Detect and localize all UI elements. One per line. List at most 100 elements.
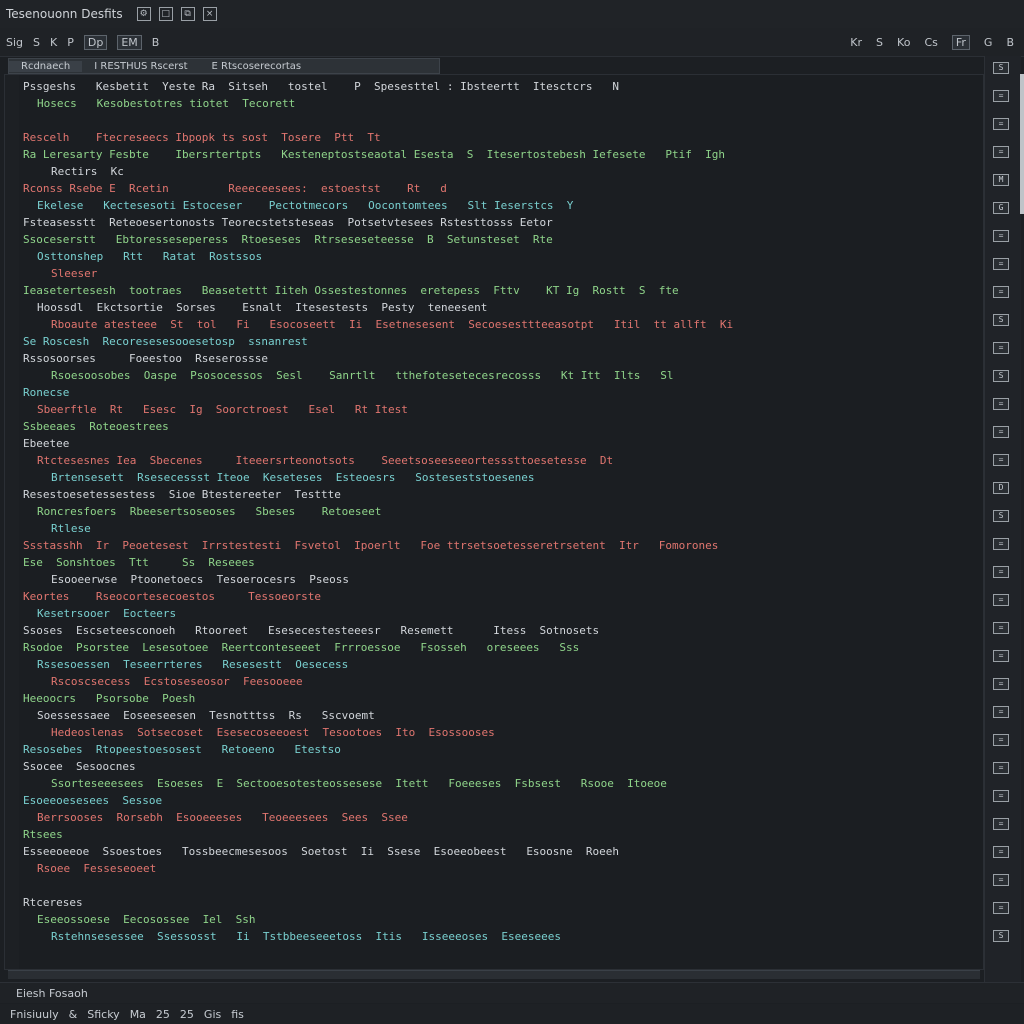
code-line: Rtcereses — [23, 896, 83, 909]
panel-icon[interactable]: = — [993, 678, 1009, 690]
panel-icon[interactable]: M — [993, 174, 1009, 186]
toolbar-button-5[interactable]: Dp — [83, 34, 108, 50]
code-line: Osttonshep Rtt Ratat Rostssos — [37, 250, 263, 263]
toolbar-button-4[interactable]: P — [67, 36, 74, 49]
panel-icon[interactable]: = — [993, 454, 1009, 466]
tab-1[interactable]: Rcdnaech — [9, 60, 83, 72]
panel-icon[interactable]: = — [993, 118, 1009, 130]
code-line: Rtlese — [51, 522, 91, 535]
panel-icon[interactable]: = — [993, 650, 1009, 662]
panel-icon[interactable]: D — [993, 482, 1009, 494]
bottom-item-8[interactable]: fis — [231, 1008, 244, 1021]
code-line: Esoeeoesesees Sessoe — [23, 794, 163, 807]
code-line: Eseeossoese Eecosossee Iel Ssh — [37, 913, 256, 926]
panel-icon[interactable]: = — [993, 398, 1009, 410]
panel-icon[interactable]: = — [993, 426, 1009, 438]
code-line: Esooeerwse Ptoonetoecs Tesoerocesrs Pseo… — [51, 573, 350, 586]
panel-icon[interactable]: = — [993, 538, 1009, 550]
panel-icon[interactable]: S — [993, 314, 1009, 326]
code-line: Ssstasshh Ir Peoetesest Irrstestesti Fsv… — [23, 539, 719, 552]
toolbar-right-6[interactable]: G — [984, 36, 993, 49]
code-line: Ra Leresarty Fesbte Ibersrtertpts Kesten… — [23, 148, 725, 161]
horizontal-scrollbar[interactable] — [8, 970, 980, 979]
code-editor[interactable]: Pssgeshs Kesbetit Yeste Ra Sitseh tostel… — [4, 74, 984, 970]
window-title: Tesenouonn Desfits — [6, 7, 123, 21]
main-toolbar: Sig S K P Dp EM B Kr S Ko Cs Fr G B — [0, 28, 1024, 57]
code-line: Rssosoorses Foeestoo Rseserossse — [23, 352, 269, 365]
tab-bar: Rcdnaech I RESTHUS Rscerst E Rtscosereco… — [8, 58, 440, 74]
panel-icon[interactable]: = — [993, 286, 1009, 298]
bottom-item-4[interactable]: Ma — [130, 1008, 146, 1021]
settings-icon[interactable]: ⚙ — [136, 7, 151, 21]
panel-icon[interactable]: G — [993, 202, 1009, 214]
bottom-item-6[interactable]: 25 — [180, 1008, 194, 1021]
vertical-scrollbar[interactable] — [1020, 74, 1024, 214]
code-line: Rboaute atesteee St tol Fi Esocoseett Ii… — [51, 318, 734, 331]
code-line: Ese Sonshtoes Ttt Ss Reseees — [23, 556, 255, 569]
toolbar-right-3[interactable]: Ko — [897, 36, 910, 49]
status-text: Eiesh Fosaoh — [16, 986, 88, 1000]
bottom-item-7[interactable]: Gis — [204, 1008, 221, 1021]
code-line: Rstehnsesessee Ssessosst Ii Tstbbeeseeet… — [51, 930, 561, 943]
panel-icon[interactable]: S — [993, 510, 1009, 522]
title-icons: ⚙ □ ⧉ × — [136, 7, 217, 21]
panel-icon[interactable]: = — [993, 622, 1009, 634]
panel-icon[interactable]: S — [993, 930, 1009, 942]
toolbar-right-7[interactable]: B — [1006, 36, 1014, 49]
panel-icon[interactable]: = — [993, 146, 1009, 158]
code-line: Rscoscsecess Ecstoseseosor Feesooeee — [51, 675, 303, 688]
code-line: Keortes Rseocortesecoestos Tessoeorste — [23, 590, 322, 603]
panel-icon[interactable]: = — [993, 874, 1009, 886]
toolbar-button-6[interactable]: EM — [117, 34, 142, 50]
code-line: Roncresfoers Rbeesertsoseoses Sbeses Ret… — [37, 505, 382, 518]
panel-icon[interactable]: = — [993, 706, 1009, 718]
toolbar-button-3[interactable]: K — [50, 36, 57, 49]
code-line: Ssocee Sesoocnes — [23, 760, 136, 773]
panel-icon[interactable]: = — [993, 734, 1009, 746]
bottom-item-5[interactable]: 25 — [156, 1008, 170, 1021]
code-line: Rssesoessen Teseerrteres Resesestt Oesec… — [37, 658, 349, 671]
panel-icon[interactable]: = — [993, 258, 1009, 270]
panel-icon[interactable]: = — [993, 902, 1009, 914]
panel-icon[interactable]: S — [993, 62, 1009, 74]
code-line: Berrsooses Rorsebh Esooeeeses Teoeeesees… — [37, 811, 408, 824]
toolbar-right-5[interactable]: Fr — [951, 34, 970, 50]
code-line: Rsoee Fesseseoeet — [37, 862, 157, 875]
toolbar-button-1[interactable]: Sig — [6, 36, 23, 49]
bottom-item-2[interactable]: & — [69, 1008, 78, 1021]
panel-icon[interactable]: = — [993, 342, 1009, 354]
code-line: Rtsees — [23, 828, 63, 841]
code-line: Hedeoslenas Sotsecoset Esesecoseeoest Te… — [51, 726, 495, 739]
code-line: Hoossdl Ekctsortie Sorses Esnalt Itesest… — [37, 301, 488, 314]
panel-icon[interactable]: = — [993, 762, 1009, 774]
bottom-item-1[interactable]: Fnisiuuly — [10, 1008, 59, 1021]
code-line: Sbeerftle Rt Esesc Ig Soorctroest Esel R… — [37, 403, 408, 416]
toolbar-right-1[interactable]: Kr — [850, 36, 862, 49]
panel-icon[interactable]: S — [993, 370, 1009, 382]
copy-icon[interactable]: ⧉ — [180, 7, 195, 21]
bottom-bar: Fnisiuuly & Sficky Ma 25 25 Gis fis — [0, 1004, 1024, 1024]
panel-icon[interactable]: = — [993, 846, 1009, 858]
panel-icon[interactable]: = — [993, 594, 1009, 606]
bottom-item-3[interactable]: Sficky — [87, 1008, 119, 1021]
toolbar-button-7[interactable]: B — [152, 36, 160, 49]
toolbar-button-2[interactable]: S — [33, 36, 40, 49]
toolbar-right-4[interactable]: Cs — [924, 36, 937, 49]
panel-icon[interactable]: = — [993, 790, 1009, 802]
tab-2[interactable]: I RESTHUS Rscerst — [82, 61, 199, 72]
panel-icon[interactable]: = — [993, 90, 1009, 102]
code-line: Rconss Rsebe E Rcetin Reeeceesees: estoe… — [23, 182, 447, 195]
code-line: Ekelese Kectesesoti Estoceser Pectotmeco… — [37, 199, 574, 212]
code-line: Ssoses Escseteesconoeh Rtooreet Eseseces… — [23, 624, 600, 637]
window-icon[interactable]: □ — [158, 7, 173, 21]
code-line: Soessessaee Eoseeseesen Tesnotttss Rs Ss… — [37, 709, 375, 722]
toolbar-right-2[interactable]: S — [876, 36, 883, 49]
panel-icon[interactable]: = — [993, 818, 1009, 830]
panel-icon[interactable]: = — [993, 230, 1009, 242]
close-icon[interactable]: × — [202, 7, 217, 21]
code-line: Ssbeeaes Roteoestrees — [23, 420, 169, 433]
tab-3[interactable]: E Rtscoserecortas — [200, 61, 314, 72]
panel-icon[interactable]: = — [993, 566, 1009, 578]
code-line: Brtensesett Rsesecessst Iteoe Keseteses … — [51, 471, 535, 484]
code-line: Se Roscesh Recoresesesooesetosp ssnanres… — [23, 335, 308, 348]
